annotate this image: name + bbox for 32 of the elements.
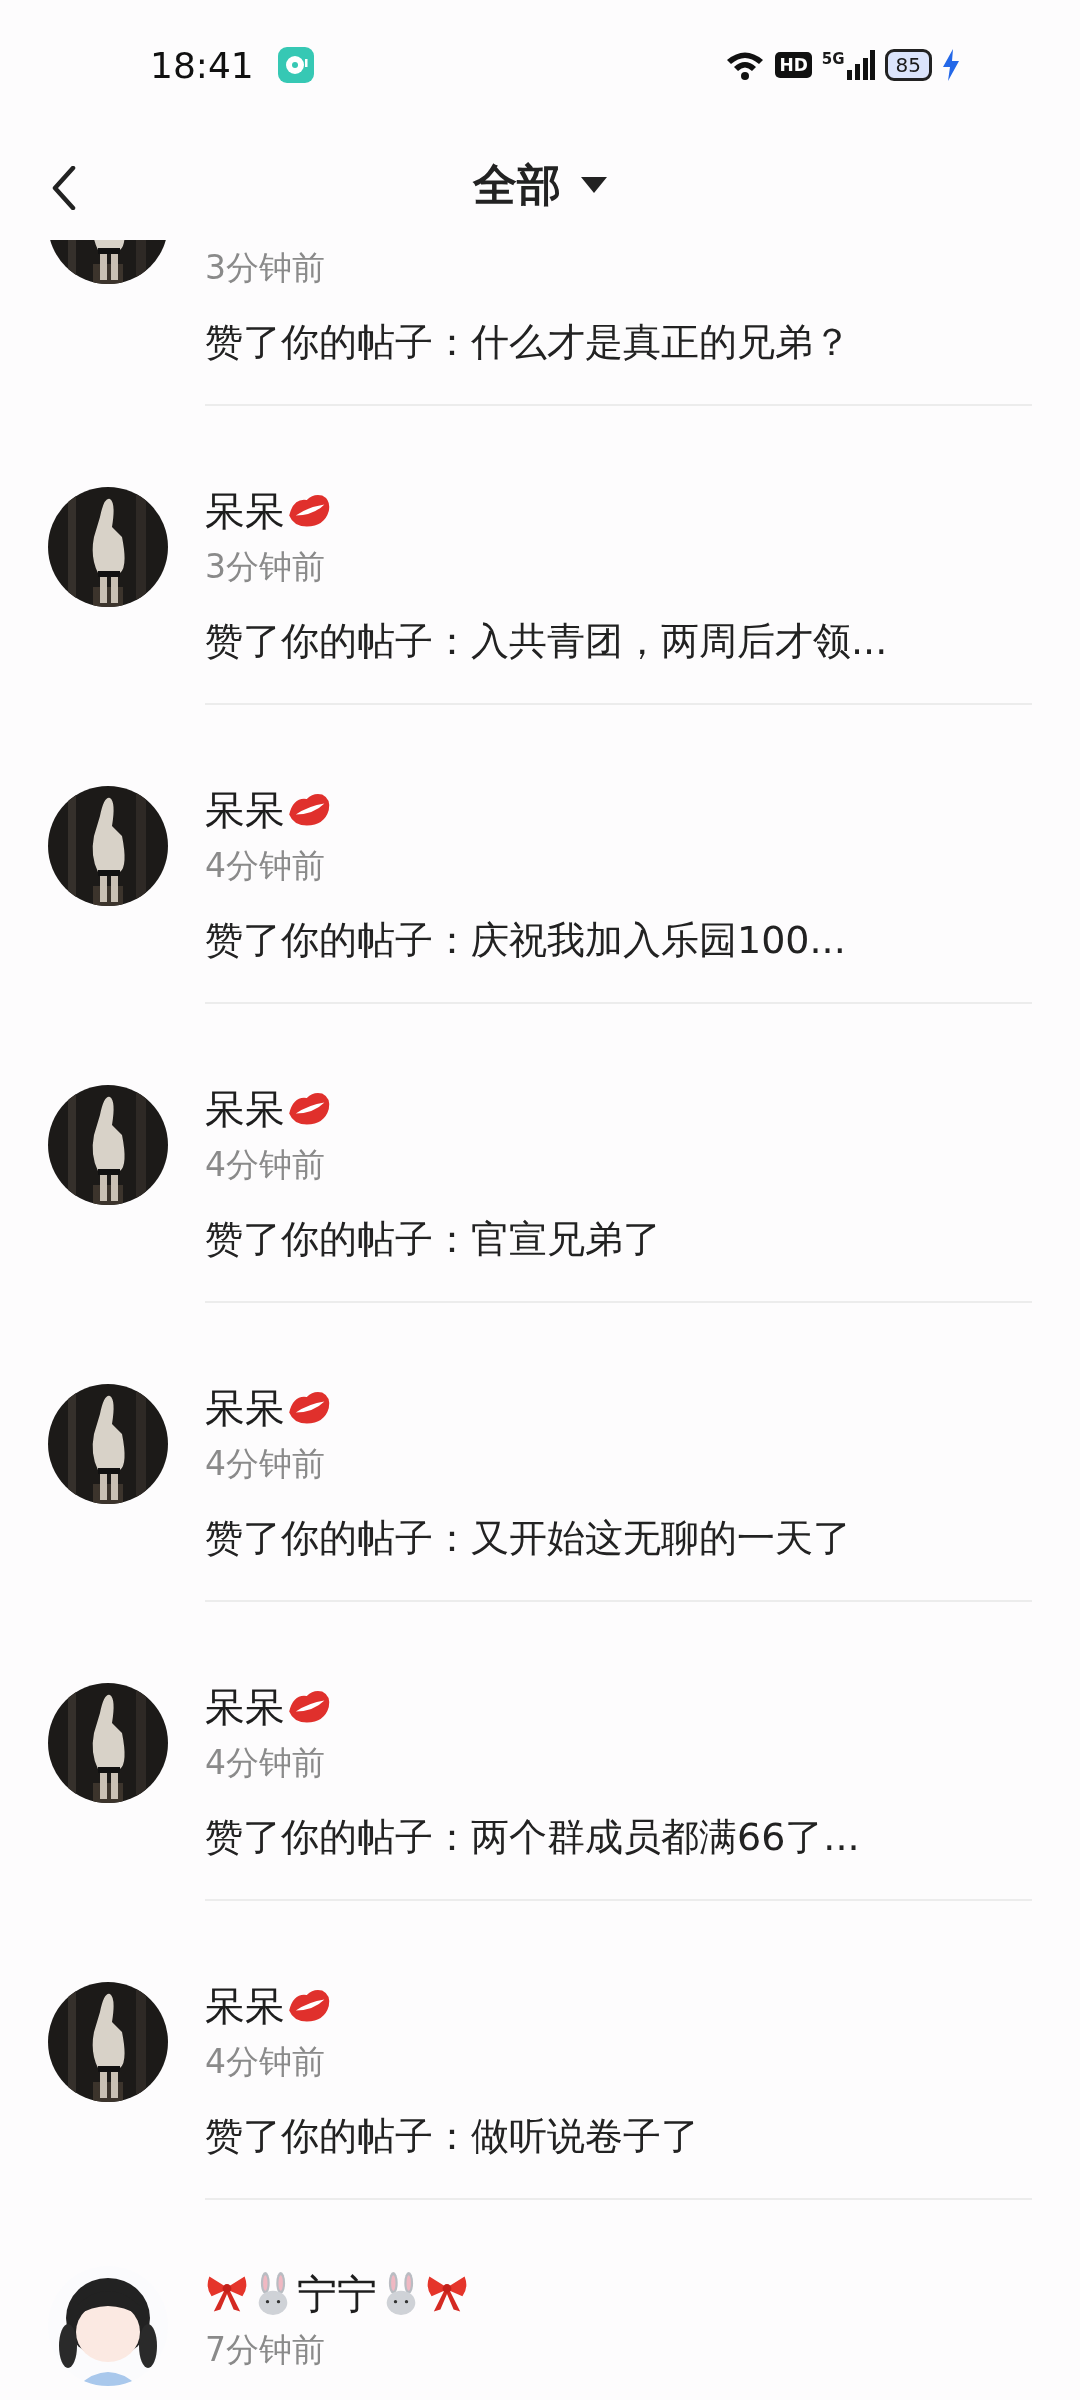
notification-text[interactable]: 赞了你的帖子：庆祝我加入乐园100... — [205, 915, 1032, 966]
notification-text[interactable]: 赞了你的帖子：两个群成员都满66了... — [205, 1812, 1032, 1863]
timestamp: 4分钟前 — [205, 1144, 326, 1186]
timestamp: 4分钟前 — [205, 845, 326, 887]
timestamp: 4分钟前 — [205, 2041, 326, 2083]
user-name: 呆呆 — [205, 1383, 285, 1433]
network-type: 5G — [821, 50, 845, 68]
timestamp: 3分钟前 — [205, 546, 326, 588]
back-icon[interactable] — [52, 166, 76, 210]
notification-text[interactable]: 赞了你的帖子：又开始这无聊的一天了 — [205, 1513, 1032, 1564]
timestamp: 3分钟前 — [205, 247, 326, 289]
signal-icon — [846, 50, 875, 80]
status-time: 18:41 — [150, 44, 254, 86]
timestamp: 4分钟前 — [205, 1443, 326, 1485]
timestamp: 4分钟前 — [205, 1742, 326, 1784]
charging-icon — [942, 49, 960, 81]
user-name: 呆呆 — [205, 1084, 285, 1134]
user-name: 呆呆 — [205, 486, 285, 536]
caret-icon — [581, 177, 607, 193]
notification-text[interactable]: 赞了你的帖子：官宣兄弟了 — [205, 1214, 1032, 1265]
user-name: 呆呆 — [205, 785, 285, 835]
user-name: 宁宁 — [297, 2269, 377, 2319]
notification-text[interactable]: 赞了你的帖子：入共青团，两周后才领... — [205, 616, 1032, 667]
filter-dropdown[interactable]: 全部 — [473, 155, 607, 215]
timestamp: 7分钟前 — [205, 2329, 326, 2371]
notification-text[interactable]: 赞了你的帖子：做听说卷子了 — [205, 2111, 1032, 2162]
battery-level: 85 — [884, 49, 932, 81]
notification-text[interactable]: 赞了你的帖子：什么才是真正的兄弟？ — [205, 317, 1032, 368]
hd-badge: HD — [775, 52, 812, 78]
user-name: 呆呆 — [205, 1682, 285, 1732]
music-app-icon — [277, 47, 314, 83]
user-name: 呆呆 — [205, 1981, 285, 2031]
